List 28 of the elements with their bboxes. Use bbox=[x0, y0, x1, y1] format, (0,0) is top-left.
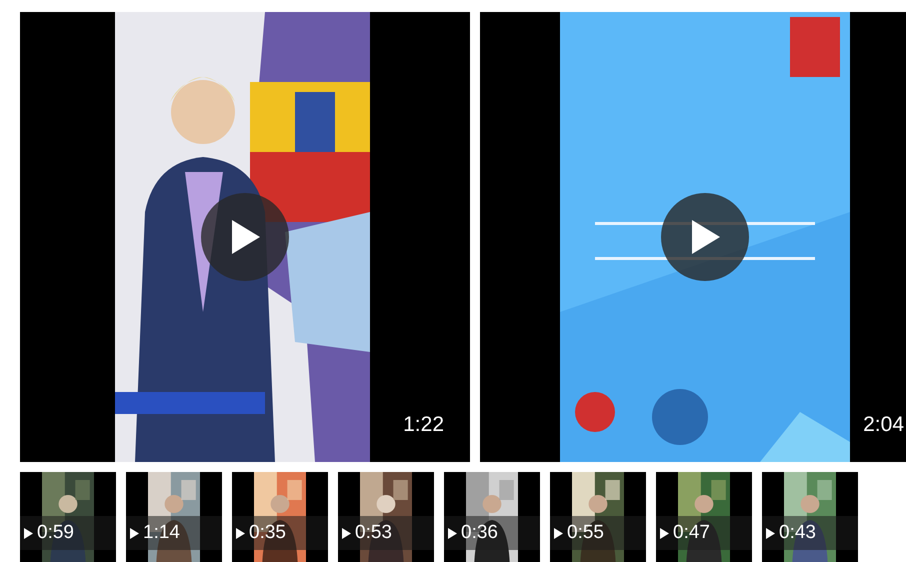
video-duration: 1:22 bbox=[403, 412, 444, 438]
video-thumbnail[interactable]: 0:43 bbox=[762, 472, 858, 562]
video-thumbnail[interactable]: 0:53 bbox=[338, 472, 434, 562]
video-duration: 0:35 bbox=[249, 520, 286, 545]
video-thumbnail[interactable]: 1:14 bbox=[126, 472, 222, 562]
play-icon bbox=[766, 528, 775, 538]
video-thumbnail[interactable]: 0:59 bbox=[20, 472, 116, 562]
video-player[interactable]: 2:04 bbox=[480, 12, 906, 462]
play-icon bbox=[448, 528, 457, 538]
video-duration: 0:59 bbox=[37, 520, 74, 545]
video-thumbnail[interactable]: 0:36 bbox=[444, 472, 540, 562]
play-icon bbox=[24, 528, 33, 538]
video-duration: 2:04 bbox=[863, 412, 904, 438]
video-player[interactable]: 1:22 bbox=[20, 12, 470, 462]
play-icon bbox=[342, 528, 351, 538]
video-thumbnail[interactable]: 0:55 bbox=[550, 472, 646, 562]
video-duration: 0:55 bbox=[567, 520, 604, 545]
play-icon bbox=[130, 528, 139, 538]
video-duration: 0:53 bbox=[355, 520, 392, 545]
video-duration: 0:47 bbox=[673, 520, 710, 545]
play-icon bbox=[236, 528, 245, 538]
play-icon bbox=[554, 528, 563, 538]
video-thumbnail[interactable]: 0:35 bbox=[232, 472, 328, 562]
video-duration: 0:43 bbox=[779, 520, 816, 545]
video-thumbnail[interactable]: 0:47 bbox=[656, 472, 752, 562]
video-duration: 0:36 bbox=[461, 520, 498, 545]
play-icon bbox=[660, 528, 669, 538]
video-duration: 1:14 bbox=[143, 520, 180, 545]
